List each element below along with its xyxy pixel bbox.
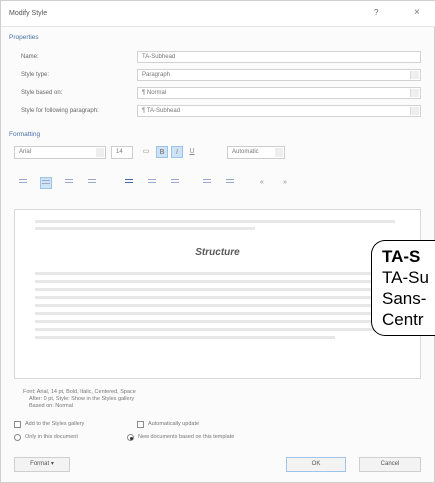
preview-following-line xyxy=(35,320,405,323)
callout-line: Centr xyxy=(382,310,424,329)
style-based-on-value: ¶ Normal xyxy=(142,90,167,96)
preview-following-line xyxy=(35,312,405,315)
auto-update-label: Automatically update xyxy=(148,421,200,427)
format-button[interactable]: Format ▾ xyxy=(14,457,70,472)
new-documents-radio[interactable] xyxy=(127,434,134,441)
dialog-titlebar: Modify Style ? × xyxy=(1,1,435,27)
color-value: Automatic xyxy=(232,149,259,155)
chevron-down-icon xyxy=(410,71,419,79)
underline-button[interactable]: U xyxy=(186,146,198,158)
one-half-spacing-icon[interactable] xyxy=(146,177,158,189)
dialog-title: Modify Style xyxy=(9,10,48,17)
modify-style-dialog: Modify Style ? × Properties Name: TA-Sub… xyxy=(0,0,435,483)
callout-line: TA-Su xyxy=(382,268,429,287)
preview-following-line xyxy=(35,304,405,307)
font-size-value: 14 xyxy=(116,149,123,155)
preview-following-line xyxy=(35,336,335,339)
font-select[interactable]: Arial xyxy=(14,146,106,159)
align-center-icon[interactable] xyxy=(40,177,52,189)
preview-following-line xyxy=(35,288,405,291)
align-left-icon[interactable] xyxy=(17,177,29,189)
chevron-down-icon xyxy=(410,89,419,97)
style-type-label: Style type: xyxy=(21,72,50,78)
name-label: Name: xyxy=(21,54,39,60)
single-spacing-icon[interactable] xyxy=(123,177,135,189)
add-to-gallery-label: Add to the Styles gallery xyxy=(25,421,85,427)
following-paragraph-label: Style for following paragraph: xyxy=(21,108,99,114)
help-icon[interactable]: ? xyxy=(374,8,378,17)
style-type-value: Paragraph xyxy=(142,72,171,78)
preview-following-line xyxy=(35,280,405,283)
font-size-select[interactable]: 14 xyxy=(111,146,133,159)
preview-previous-line xyxy=(35,227,255,230)
style-callout: TA-S TA-Su Sans- Centr xyxy=(371,240,435,336)
justify-icon[interactable] xyxy=(86,177,98,189)
preview-previous-line xyxy=(35,220,395,223)
preview-following-line xyxy=(35,328,405,331)
style-preview: Structure xyxy=(14,209,421,379)
close-icon[interactable]: × xyxy=(414,7,420,18)
style-based-on-label: Style based on: xyxy=(21,90,63,96)
description-line: Font: Arial, 14 pt, Bold, Italic, Center… xyxy=(23,389,136,395)
increase-indent-icon[interactable]: » xyxy=(279,177,291,189)
bold-button[interactable]: B xyxy=(156,146,168,158)
callout-line: Sans- xyxy=(382,289,427,308)
name-field[interactable]: TA-Subhead xyxy=(137,51,421,63)
only-this-document-label: Only in this document xyxy=(25,434,78,440)
font-color-swatch[interactable]: ▭ xyxy=(140,146,152,158)
following-paragraph-select[interactable]: ¶ TA-Subhead xyxy=(137,105,421,117)
cancel-button[interactable]: Cancel xyxy=(359,457,421,472)
style-description: Font: Arial, 14 pt, Bold, Italic, Center… xyxy=(23,389,223,410)
increase-space-before-icon[interactable] xyxy=(201,177,213,189)
new-documents-label: New documents based on this template xyxy=(138,434,235,440)
formatting-section-label: Formatting xyxy=(9,131,41,138)
description-line: Based on: Normal xyxy=(29,403,74,409)
style-type-select[interactable]: Paragraph xyxy=(137,69,421,81)
italic-button[interactable]: I xyxy=(171,146,183,158)
properties-section-label: Properties xyxy=(9,34,39,41)
callout-line: TA-S xyxy=(382,247,421,266)
chevron-down-icon xyxy=(410,107,419,115)
add-to-gallery-checkbox[interactable] xyxy=(14,421,21,428)
name-value: TA-Subhead xyxy=(142,54,176,60)
following-paragraph-value: ¶ TA-Subhead xyxy=(142,108,181,114)
preview-following-line xyxy=(35,272,405,275)
description-line: After: 0 pt, Style: Show in the Styles g… xyxy=(29,396,135,402)
only-this-document-radio[interactable] xyxy=(14,434,21,441)
auto-update-checkbox[interactable] xyxy=(137,421,144,428)
decrease-space-before-icon[interactable] xyxy=(224,177,236,189)
preview-following-line xyxy=(35,296,405,299)
chevron-down-icon xyxy=(275,148,283,157)
font-value: Arial xyxy=(19,149,32,155)
double-spacing-icon[interactable] xyxy=(169,177,181,189)
align-right-icon[interactable] xyxy=(63,177,75,189)
chevron-down-icon xyxy=(96,148,104,157)
ok-button[interactable]: OK xyxy=(286,457,346,472)
color-select[interactable]: Automatic xyxy=(227,146,285,159)
style-based-on-select[interactable]: ¶ Normal xyxy=(137,87,421,99)
preview-sample-text: Structure xyxy=(195,247,240,258)
decrease-indent-icon[interactable]: « xyxy=(256,177,268,189)
